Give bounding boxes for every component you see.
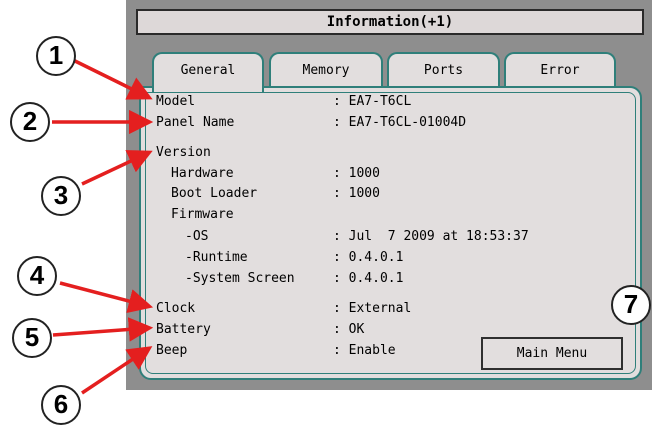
callout-6: 6: [41, 385, 81, 425]
callout-5: 5: [12, 318, 52, 358]
boot-loader-label: Boot Loader: [171, 186, 258, 201]
callout-4: 4: [17, 256, 57, 296]
os-label: -OS: [185, 229, 209, 244]
tab-error[interactable]: Error: [504, 52, 616, 88]
model-label: Model: [156, 94, 196, 109]
callout-7: 7: [611, 285, 651, 325]
hardware-value: : 1000: [333, 166, 380, 181]
window-title: Information(+1): [136, 9, 644, 35]
clock-label: Clock: [156, 301, 196, 316]
runtime-value: : 0.4.0.1: [333, 250, 404, 265]
beep-value: : Enable: [333, 343, 396, 358]
tab-memory[interactable]: Memory: [269, 52, 383, 88]
os-value: : Jul 7 2009 at 18:53:37: [333, 229, 529, 244]
version-label: Version: [156, 145, 211, 160]
hardware-label: Hardware: [171, 166, 234, 181]
firmware-label: Firmware: [171, 207, 234, 222]
system-screen-label: -System Screen: [185, 271, 295, 286]
clock-value: : External: [333, 301, 412, 316]
main-menu-button[interactable]: Main Menu: [481, 337, 623, 370]
battery-value: : OK: [333, 322, 365, 337]
callout-2: 2: [10, 102, 50, 142]
system-screen-value: : 0.4.0.1: [333, 271, 404, 286]
callout-3: 3: [41, 176, 81, 216]
panel-name-value: : EA7-T6CL-01004D: [333, 115, 467, 130]
boot-loader-value: : 1000: [333, 186, 380, 201]
panel-name-label: Panel Name: [156, 115, 235, 130]
callout-1: 1: [36, 36, 76, 76]
model-value: : EA7-T6CL: [333, 94, 412, 109]
tab-general[interactable]: General: [152, 52, 264, 92]
tab-ports[interactable]: Ports: [387, 52, 500, 88]
runtime-label: -Runtime: [185, 250, 248, 265]
beep-label: Beep: [156, 343, 188, 358]
battery-label: Battery: [156, 322, 211, 337]
